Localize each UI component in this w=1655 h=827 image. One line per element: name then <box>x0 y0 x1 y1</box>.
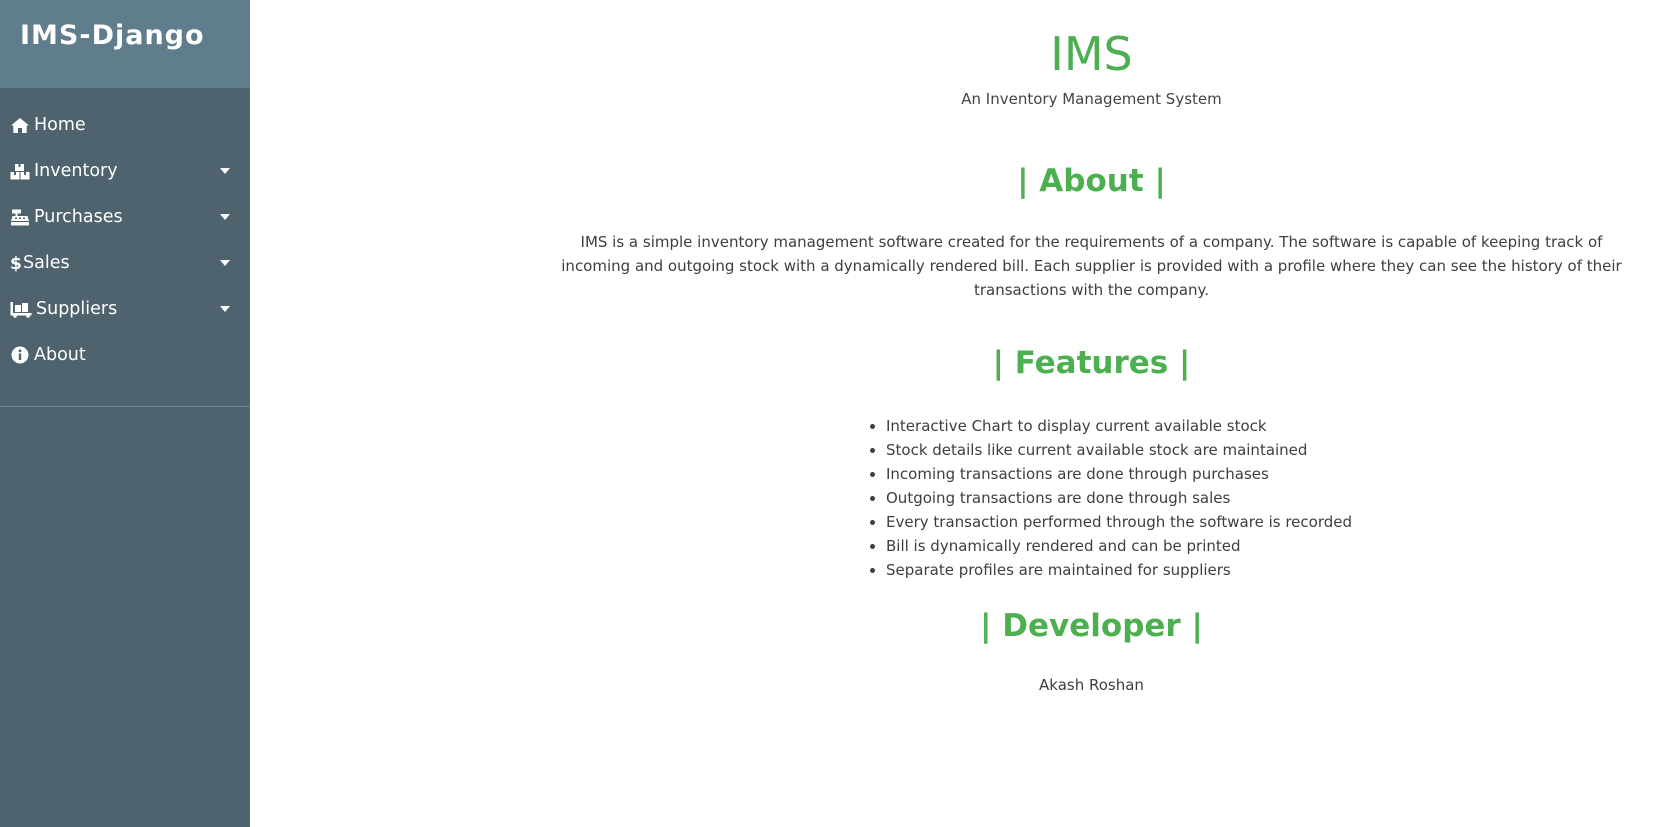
about-text: IMS is a simple inventory management sof… <box>561 233 1622 299</box>
home-icon <box>9 116 30 134</box>
sidebar-item-home[interactable]: Home <box>0 102 250 148</box>
features-heading: | Features | <box>992 345 1191 381</box>
chevron-down-icon[interactable] <box>220 306 230 312</box>
sidebar-item-label: About <box>34 345 86 365</box>
sidebar-nav: Home Inventory Purchases $ Sales Supplie… <box>0 88 250 378</box>
sidebar-divider <box>0 406 250 407</box>
about-heading: | About | <box>1017 163 1166 199</box>
developer-heading: | Developer | <box>980 608 1203 644</box>
dollar-icon: $ <box>9 254 21 272</box>
features-list: Interactive Chart to display current ava… <box>866 414 1352 582</box>
chevron-down-icon[interactable] <box>220 260 230 266</box>
brand-header: IMS-Django <box>0 0 250 88</box>
sidebar-item-label: Purchases <box>34 207 123 227</box>
chevron-down-icon[interactable] <box>220 214 230 220</box>
list-item: Outgoing transactions are done through s… <box>886 486 1352 510</box>
brand-title[interactable]: IMS-Django <box>20 20 250 51</box>
sidebar-item-sales[interactable]: $ Sales <box>0 240 250 286</box>
sidebar-item-purchases[interactable]: Purchases <box>0 194 250 240</box>
sidebar: IMS-Django Home Inventory Purchases $ Sa… <box>0 0 250 827</box>
list-item: Bill is dynamically rendered and can be … <box>886 534 1352 558</box>
sidebar-item-inventory[interactable]: Inventory <box>0 148 250 194</box>
list-item: Separate profiles are maintained for sup… <box>886 558 1352 582</box>
page-subtitle: An Inventory Management System <box>961 90 1222 108</box>
developer-name: Akash Roshan <box>1039 676 1144 694</box>
list-item: Every transaction performed through the … <box>886 510 1352 534</box>
list-item: Stock details like current available sto… <box>886 438 1352 462</box>
sidebar-item-suppliers[interactable]: Suppliers <box>0 286 250 332</box>
info-circle-icon <box>9 346 30 364</box>
list-item: Incoming transactions are done through p… <box>886 462 1352 486</box>
cash-register-icon <box>9 208 30 226</box>
main-content: IMS An Inventory Management System | Abo… <box>250 0 1655 827</box>
cubes-icon <box>9 162 30 180</box>
chevron-down-icon[interactable] <box>220 168 230 174</box>
sidebar-item-label: Inventory <box>34 161 118 181</box>
svg-text:$: $ <box>10 254 21 272</box>
truck-loading-icon <box>9 300 32 318</box>
sidebar-item-about[interactable]: About <box>0 332 250 378</box>
sidebar-item-label: Home <box>34 115 86 135</box>
page-title: IMS <box>1050 27 1133 81</box>
list-item: Interactive Chart to display current ava… <box>886 414 1352 438</box>
sidebar-item-label: Suppliers <box>36 299 118 319</box>
sidebar-item-label: Sales <box>23 253 70 273</box>
